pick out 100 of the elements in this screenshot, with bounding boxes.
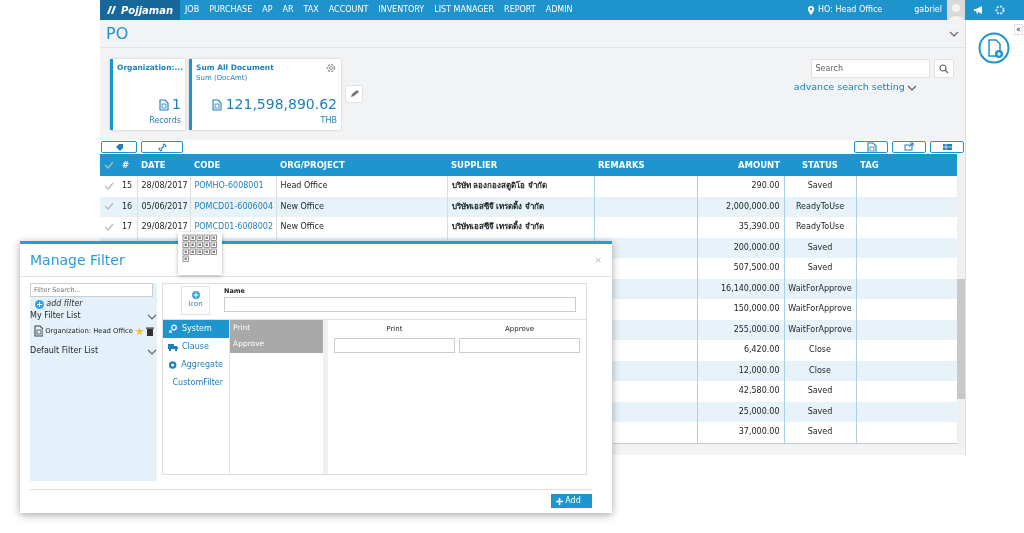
table-cell: Saved xyxy=(784,176,856,197)
add-filter-link[interactable]: add filter xyxy=(46,298,83,310)
filter-group-label: My Filter List xyxy=(30,310,81,322)
value-field[interactable] xyxy=(334,337,455,353)
filter-group-label: Default Filter List xyxy=(30,345,99,357)
card-value: 121,598,890.62 xyxy=(225,95,337,114)
filter-tab[interactable]: CustomFilter xyxy=(163,374,229,392)
column-header: # xyxy=(118,154,137,176)
nav-menu-item[interactable]: ADMIN xyxy=(540,4,578,16)
add-icon[interactable] xyxy=(35,299,44,309)
filter-tab[interactable]: System xyxy=(163,320,229,338)
advanced-search-link[interactable]: advance search setting xyxy=(793,80,905,95)
table-cell: 28/08/2017 xyxy=(137,176,190,197)
table-cell: Saved xyxy=(784,401,856,422)
table-cell: 255,000.00 xyxy=(697,319,784,340)
location-pin-icon xyxy=(807,5,816,15)
tag-button[interactable] xyxy=(101,141,137,153)
table-cell: 2,000,000.00 xyxy=(697,196,784,217)
table-cell: Head Office xyxy=(276,176,447,197)
row-checkbox[interactable] xyxy=(104,180,114,191)
table-cell: 15 xyxy=(118,176,137,197)
table-cell: Saved xyxy=(784,381,856,402)
nav-menu-item[interactable]: ACCOUNT xyxy=(323,4,374,16)
add-button[interactable]: Add xyxy=(551,494,592,508)
share-icon xyxy=(903,142,915,152)
document-code-link[interactable]: POMCD01-6006004 xyxy=(190,196,276,217)
filter-tab[interactable]: Clause xyxy=(163,338,229,356)
location-label[interactable]: HO: Head Office xyxy=(815,4,888,16)
document-icon xyxy=(865,142,877,152)
table-cell: 16,140,000.00 xyxy=(697,278,784,299)
card-caption: Records xyxy=(148,115,181,127)
nav-menu-item[interactable]: PURCHASE xyxy=(204,4,258,16)
megaphone-icon[interactable] xyxy=(973,5,984,15)
table-cell: 200,000.00 xyxy=(697,237,784,258)
document-code-link[interactable]: POMCD01-6008002 xyxy=(190,217,276,238)
nav-menu-item[interactable]: AP xyxy=(257,4,278,16)
settings-icon[interactable] xyxy=(325,62,337,74)
share-button[interactable] xyxy=(892,141,926,153)
search-field[interactable]: Search xyxy=(810,59,930,78)
document-icon xyxy=(33,325,43,337)
table-cell: 42,580.00 xyxy=(697,381,784,402)
name-field[interactable] xyxy=(224,296,576,312)
tag-icon xyxy=(114,143,124,151)
nav-menu-item[interactable]: AR xyxy=(277,4,299,16)
brand-logo[interactable]: Pojjaman xyxy=(100,0,180,20)
nav-menu-item[interactable]: TAX xyxy=(298,4,324,16)
table-cell: 6,420.00 xyxy=(697,340,784,361)
horizontal-scrollbar[interactable] xyxy=(614,442,957,444)
table-cell: Saved xyxy=(784,422,856,443)
column-header: CODE xyxy=(190,154,276,176)
nav-menu-item[interactable]: JOB xyxy=(180,4,205,16)
logo-icon xyxy=(106,5,118,15)
table-cell: 507,500.00 xyxy=(697,258,784,279)
select-all-checkbox[interactable] xyxy=(104,160,114,171)
table-cell: WaitForApprove xyxy=(784,299,856,320)
link-icon xyxy=(157,142,167,152)
row-checkbox[interactable] xyxy=(104,201,114,212)
columns-button[interactable] xyxy=(930,141,964,153)
search-button[interactable] xyxy=(934,59,954,78)
column-header: AMOUNT xyxy=(697,154,784,176)
columns-icon xyxy=(941,142,953,152)
scrollbar-thumb[interactable] xyxy=(957,279,965,399)
star-icon[interactable] xyxy=(135,326,145,336)
truck-icon xyxy=(168,342,178,352)
filter-tab[interactable]: Aggregate xyxy=(163,356,229,374)
nav-menu-item[interactable]: INVENTORY xyxy=(373,4,430,16)
value-field[interactable] xyxy=(459,337,580,353)
chevron-down-icon[interactable] xyxy=(147,347,157,355)
table-cell: Saved xyxy=(784,258,856,279)
document-icon xyxy=(157,98,170,111)
trash-icon[interactable] xyxy=(146,326,155,336)
key-icon xyxy=(168,324,178,334)
table-cell: 29/08/2017 xyxy=(137,217,190,238)
export-button[interactable] xyxy=(854,141,888,153)
column-header: REMARKS xyxy=(594,154,697,176)
row-checkbox[interactable] xyxy=(104,221,114,232)
new-document-icon[interactable] xyxy=(978,32,1010,64)
close-button[interactable]: × xyxy=(594,255,602,265)
page-title: PO xyxy=(106,22,129,45)
table-cell: Close xyxy=(784,340,856,361)
link-button[interactable] xyxy=(141,141,183,153)
table-cell: บริษัทเอสซีจี เทรดดิ้ง จำกัด xyxy=(447,196,594,217)
table-cell: 150,000.00 xyxy=(697,299,784,320)
nav-menu-item[interactable]: LIST MANAGER xyxy=(429,4,500,16)
chevron-down-icon[interactable] xyxy=(147,312,157,320)
edit-button[interactable] xyxy=(345,85,363,103)
card-value: 1 xyxy=(172,95,181,114)
document-code-link[interactable]: POMHO-6008001 xyxy=(190,176,276,197)
brand-name: Pojjaman xyxy=(121,3,174,18)
user-name[interactable]: gabriel xyxy=(909,4,947,16)
column-header: DATE xyxy=(137,154,190,176)
table-cell: 17 xyxy=(118,217,137,238)
nav-menu-item[interactable]: REPORT xyxy=(499,4,541,16)
table-cell: 16 xyxy=(118,196,137,217)
collapse-button[interactable]: « xyxy=(1014,24,1023,35)
table-cell: ReadyToUse xyxy=(784,217,856,238)
table-cell: 25,000.00 xyxy=(697,401,784,422)
column-header: TAG xyxy=(856,154,957,176)
plus-icon xyxy=(556,497,563,505)
card-caption: THB xyxy=(319,115,337,127)
